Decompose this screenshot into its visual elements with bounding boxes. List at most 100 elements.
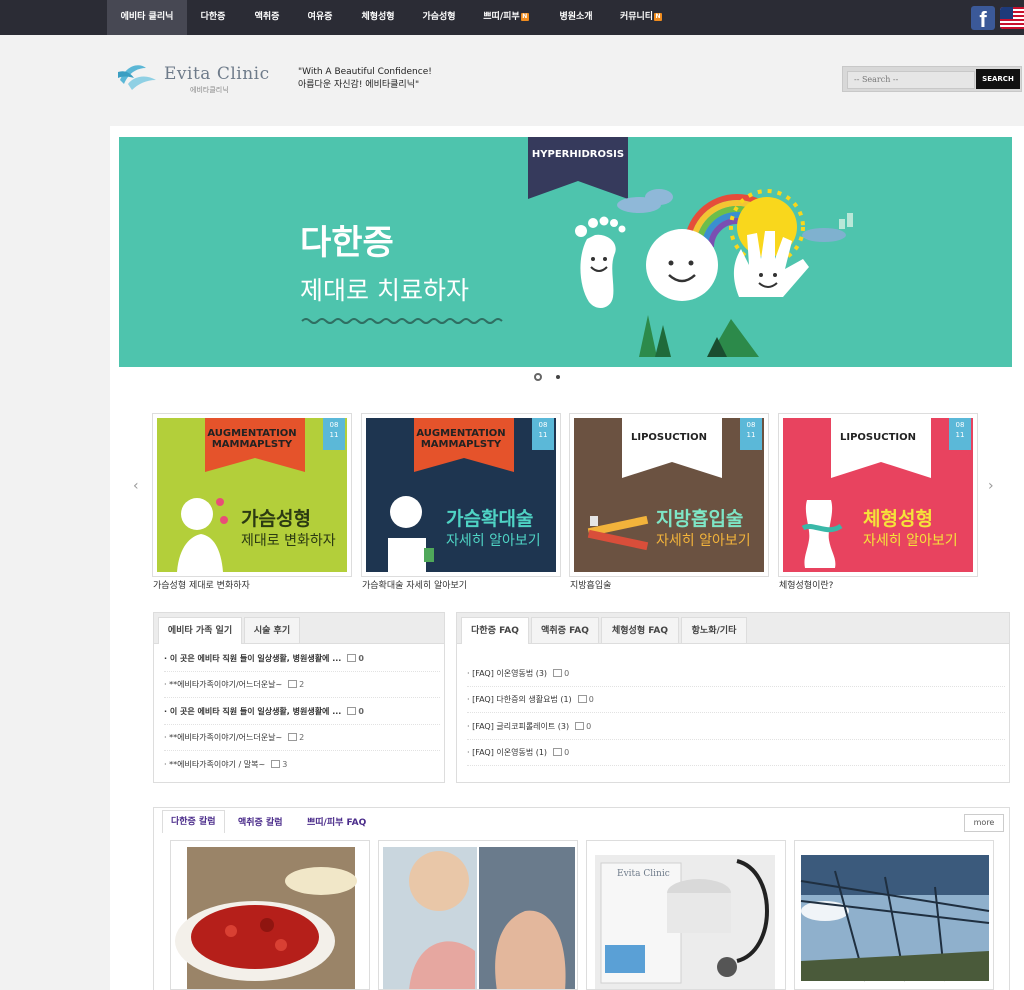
comment-count: 0 xyxy=(588,695,594,704)
card-ribbon-label: LIPOSUCTION xyxy=(631,432,707,443)
list-item[interactable]: · 이 곳은 에비타 직원 들이 일상생활, 병원생활에 ... 0 xyxy=(164,699,440,725)
card-caption[interactable]: 가슴성형 제대로 변화하자 xyxy=(153,578,250,591)
tab-osmidrosis-faq[interactable]: 액취증 FAQ xyxy=(531,617,599,643)
promo-card-image: 08 11 AUGMENTATION MAMMAPLSTY 가슴성형 제대로 변… xyxy=(157,418,347,572)
comment-count: 2 xyxy=(299,680,305,689)
clinic-logo[interactable]: Evita Clinic 에비타클리닉 xyxy=(116,58,276,98)
promo-card[interactable]: 08 11 AUGMENTATION MAMMAPLSTY 가슴성형 제대로 변… xyxy=(152,413,352,577)
card-title: 가슴성형 xyxy=(241,508,311,530)
search-box: -- Search -- SEARCH xyxy=(842,66,1022,92)
card-subtitle: 자세히 알아보기 xyxy=(656,533,751,549)
nav-item-gynecomastia[interactable]: 여유증 xyxy=(297,0,343,35)
nav-item-petit-skin[interactable]: 쁘띠/피부 N xyxy=(476,0,536,35)
facebook-icon[interactable]: f xyxy=(971,6,995,30)
list-item-title: [FAQ] 이온영동법 (3) xyxy=(472,669,548,678)
nav-item-hospital-intro[interactable]: 병원소개 xyxy=(548,0,604,35)
hero-banner[interactable]: HYPERHIDROSIS 다한증 제대로 치료하자 xyxy=(119,137,1012,367)
slider-dot-active[interactable] xyxy=(534,373,542,381)
tab-antiaging-etc[interactable]: 항노화/기타 xyxy=(681,617,747,643)
promo-card[interactable]: 08 11 LIPOSUCTION 체형성형 자세히 알아보기 xyxy=(778,413,978,577)
list-item[interactable]: · [FAQ] 글리코피롤레이트 (3) 0 xyxy=(467,714,1005,740)
nav-item-evita-clinic[interactable]: 에비타 클리닉 xyxy=(107,0,187,35)
slider-dot[interactable] xyxy=(556,375,560,379)
nav-label: 가슴성형 xyxy=(422,12,456,22)
more-button[interactable]: more xyxy=(964,814,1004,832)
card-caption[interactable]: 가슴확대술 자세히 알아보기 xyxy=(362,578,467,591)
promo-card[interactable]: 08 11 LIPOSUCTION 지방흡입술 자세히 알아보기 xyxy=(569,413,769,577)
comment-icon xyxy=(575,722,585,730)
facebook-glyph: f xyxy=(979,7,987,30)
box-tab-bar: 에비타 가족 일기 시술 후기 xyxy=(154,613,444,644)
tab-petit-skin-faq[interactable]: 쁘띠/피부 FAQ xyxy=(307,815,366,828)
list-item-title: 이 곳은 에비타 직원 들이 일상생활, 병원생활에 ... xyxy=(169,654,342,663)
search-input[interactable]: -- Search -- xyxy=(847,71,975,89)
tab-hyperhidrosis-column[interactable]: 다한증 칼럼 xyxy=(162,810,225,833)
nav-label: 여유증 xyxy=(307,12,333,22)
list-item[interactable]: · [FAQ] 이온영동법 (3) 0 xyxy=(467,661,1005,687)
banner-illustration xyxy=(301,137,853,357)
comment-icon xyxy=(288,680,298,688)
list-item-title: **에비타가족이야기 / 말복~ xyxy=(169,760,266,769)
comment-count: 0 xyxy=(586,722,592,731)
tab-hyperhidrosis-faq[interactable]: 다한증 FAQ xyxy=(461,617,529,644)
tab-family-diary[interactable]: 에비타 가족 일기 xyxy=(158,617,242,644)
new-badge: N xyxy=(520,13,529,21)
column-thumbnail[interactable] xyxy=(378,840,578,990)
us-flag-icon[interactable] xyxy=(1000,7,1024,29)
card-subtitle: 자세히 알아보기 xyxy=(863,533,958,549)
comment-count: 2 xyxy=(299,733,305,742)
box-tab-bar: 다한증 FAQ 액취증 FAQ 체형성형 FAQ 항노화/기타 xyxy=(457,613,1009,644)
promo-card[interactable]: 08 11 AUGMENTATION MAMMAPLSTY 가슴확대술 자세히 … xyxy=(361,413,561,577)
list-item[interactable]: · **에비타가족이야기/어느더운날~ 2 xyxy=(164,672,440,698)
nav-item-hyperhidrosis[interactable]: 다한증 xyxy=(190,0,236,35)
sky-structure-photo xyxy=(800,855,990,982)
nav-item-body-contouring[interactable]: 체형성형 xyxy=(352,0,404,35)
list-item-title: **에비타가족이야기/어느더운날~ xyxy=(169,680,283,689)
list-item[interactable]: · [FAQ] 이온영동법 (1) 0 xyxy=(467,740,1005,766)
list-item-title: [FAQ] 이온영동법 (1) xyxy=(472,748,548,757)
comment-icon xyxy=(553,669,563,677)
card-caption[interactable]: 체형성형이란? xyxy=(779,578,833,591)
card-caption[interactable]: 지방흡입술 xyxy=(570,578,611,591)
nav-item-community[interactable]: 커뮤니티 N xyxy=(612,0,670,35)
slogan-line-1: "With A Beautiful Confidence! xyxy=(298,67,432,77)
promo-card-image: 08 11 LIPOSUCTION 지방흡입술 자세히 알아보기 xyxy=(574,418,764,572)
card-title: 가슴확대술 xyxy=(446,508,534,530)
comment-icon xyxy=(553,748,563,756)
column-thumbnail[interactable]: Evita Clinic xyxy=(586,840,786,990)
tab-procedure-reviews[interactable]: 시술 후기 xyxy=(244,617,300,643)
carousel-prev-icon[interactable]: ‹ xyxy=(133,478,139,494)
comment-icon xyxy=(347,707,357,715)
list-item[interactable]: · [FAQ] 다한증의 생활요법 (1) 0 xyxy=(467,687,1005,713)
logo-text: Evita Clinic xyxy=(164,64,270,84)
card-title: 체형성형 xyxy=(863,508,933,530)
tab-body-contouring-faq[interactable]: 체형성형 FAQ xyxy=(601,617,679,643)
leaf-logo-icon xyxy=(118,65,156,90)
list-item-title: 이 곳은 에비타 직원 들이 일상생활, 병원생활에 ... xyxy=(169,707,342,716)
card-subtitle: 제대로 변화하자 xyxy=(241,533,336,549)
slogan-line-2: 아름다운 자신감! 에비타클리닉" xyxy=(298,80,420,90)
nav-item-osmidrosis[interactable]: 액취증 xyxy=(244,0,290,35)
nav-label: 병원소개 xyxy=(559,12,593,22)
column-thumbnail[interactable] xyxy=(170,840,370,990)
list-item[interactable]: · **에비타가족이야기/어느더운날~ 2 xyxy=(164,725,440,751)
list-item-title: [FAQ] 글리코피롤레이트 (3) xyxy=(472,722,570,731)
slogan: "With A Beautiful Confidence! 아름다운 자신감! … xyxy=(298,66,432,92)
thumb-logo-text: Evita Clinic xyxy=(617,869,670,879)
column-thumbnail[interactable] xyxy=(794,840,994,990)
comment-count: 3 xyxy=(282,760,288,769)
carousel-next-icon[interactable]: › xyxy=(988,478,994,494)
tab-osmidrosis-column[interactable]: 액취증 칼럼 xyxy=(238,815,283,828)
card-ribbon-label: AUGMENTATION MAMMAPLSTY xyxy=(416,428,506,450)
nav-label: 다한증 xyxy=(200,12,226,22)
promo-card-image: 08 11 AUGMENTATION MAMMAPLSTY 가슴확대술 자세히 … xyxy=(366,418,556,572)
search-button[interactable]: SEARCH xyxy=(976,69,1020,89)
banner-subtitle: 제대로 치료하자 xyxy=(300,276,469,305)
nav-label: 쁘띠/피부 xyxy=(483,12,520,22)
nav-label: 체형성형 xyxy=(361,12,395,22)
list-item[interactable]: · 이 곳은 에비타 직원 들이 일상생활, 병원생활에 ... 0 xyxy=(164,646,440,672)
list-item[interactable]: · **에비타가족이야기 / 말복~ 3 xyxy=(164,752,440,778)
promo-card-image: 08 11 LIPOSUCTION 체형성형 자세히 알아보기 xyxy=(783,418,973,572)
card-title: 지방흡입술 xyxy=(656,508,744,530)
nav-item-breast-surgery[interactable]: 가슴성형 xyxy=(413,0,465,35)
